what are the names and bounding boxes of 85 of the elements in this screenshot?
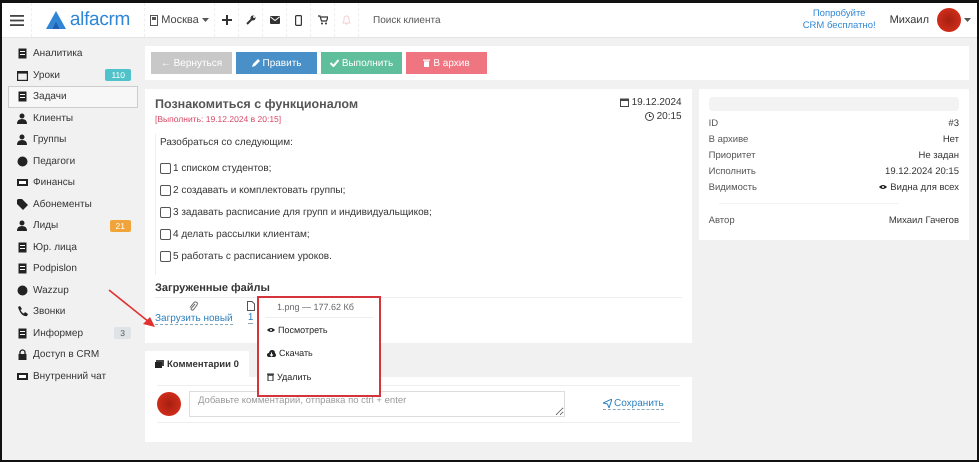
- send-icon: [603, 399, 612, 408]
- sidebar-item[interactable]: Доступ в CRM: [8, 344, 138, 366]
- building-icon: [150, 14, 158, 26]
- lock-icon: [17, 349, 28, 360]
- detail-value: Не задан: [918, 150, 959, 160]
- checkbox[interactable]: [160, 184, 171, 196]
- comments-icon: [155, 360, 164, 368]
- file-name: 1.png — 177.62 Кб: [265, 302, 373, 318]
- clock-icon: [644, 112, 654, 121]
- calendar-icon: [620, 98, 629, 107]
- sidebar-item[interactable]: Звонки: [8, 301, 138, 322]
- task-description: Разобраться со следующим:: [160, 137, 294, 148]
- upload-link[interactable]: Загрузить новый: [155, 313, 233, 325]
- sidebar-item[interactable]: Wazzup: [8, 280, 138, 301]
- comments-tab[interactable]: Комментарии 0: [145, 351, 249, 377]
- count-badge: 21: [110, 220, 131, 232]
- detail-value: Нет: [942, 134, 959, 144]
- tag-icon: [17, 198, 28, 210]
- checkbox[interactable]: [160, 206, 171, 218]
- checkbox[interactable]: [160, 250, 171, 262]
- file-icon: [246, 301, 255, 311]
- menu-item[interactable]: Посмотреть: [265, 318, 373, 342]
- eye-icon: [879, 184, 888, 190]
- count-badge: 3: [114, 327, 131, 340]
- phone-icon: [17, 306, 28, 318]
- trash-icon: [267, 372, 274, 381]
- avatar[interactable]: [937, 8, 961, 32]
- file-link[interactable]: 1: [248, 312, 254, 324]
- detail-label: Приоритет: [708, 150, 756, 160]
- sidebar-item[interactable]: Клиенты: [8, 108, 138, 129]
- sidebar-item[interactable]: Podpislon: [8, 258, 138, 280]
- sidebar-item[interactable]: Юр. лица: [8, 236, 138, 258]
- sidebar-item[interactable]: Уроки 110: [8, 64, 138, 86]
- checklist-item[interactable]: 4 делать рассылки клиентам;: [160, 223, 678, 245]
- task-time: 20:15: [656, 111, 682, 122]
- file-icon: [17, 263, 28, 274]
- user-icon: [17, 112, 28, 124]
- checklist-item[interactable]: 5 работать с расписанием уроков.: [160, 245, 678, 267]
- task-title: Познакомиться с функционалом: [155, 97, 358, 111]
- logo-text: alfacrm: [70, 9, 130, 31]
- detail-value: 19.12.2024 20:15: [885, 166, 959, 176]
- checkbox[interactable]: [160, 162, 171, 174]
- sidebar-item[interactable]: Задачи: [8, 86, 138, 108]
- trash-icon: [423, 59, 430, 67]
- comment-field[interactable]: Добавьте комментарий, отправка по ctrl + enter: [189, 391, 565, 417]
- sidebar-item[interactable]: Аналитика: [8, 43, 138, 64]
- sidebar-item[interactable]: Педагоги: [8, 150, 138, 172]
- sidebar-item[interactable]: Информер 3: [8, 322, 138, 344]
- detail-label: ID: [708, 118, 718, 128]
- user-name[interactable]: Михаил: [890, 14, 929, 26]
- detail-value: Михаил Гачегов: [888, 214, 959, 226]
- cloud-download-icon: [267, 350, 276, 357]
- detail-label: В архиве: [708, 134, 748, 144]
- eye-icon: [267, 326, 275, 333]
- sidebar-item[interactable]: Внутренний чат: [8, 366, 138, 387]
- checkmark-icon: [330, 59, 339, 67]
- menu-item[interactable]: Скачать: [265, 342, 373, 365]
- calendar-icon: [17, 70, 28, 81]
- pencil-icon: [252, 59, 260, 67]
- checkbox[interactable]: [160, 228, 171, 240]
- avatar: [157, 392, 181, 416]
- menu-item[interactable]: Удалить: [265, 365, 373, 388]
- sidebar-item[interactable]: Абонементы: [8, 194, 138, 215]
- detail-value: Видна для всех: [879, 182, 959, 192]
- sidebar-item[interactable]: Лиды 21: [8, 215, 138, 236]
- city-dropdown[interactable]: Москва: [145, 3, 215, 37]
- checklist-item[interactable]: 2 создавать и комплектовать группы;: [160, 179, 678, 201]
- sidebar-item[interactable]: Финансы: [8, 172, 138, 194]
- detail-label: Видимость: [708, 182, 757, 192]
- caret-icon[interactable]: [964, 18, 971, 22]
- detail-label: Автор: [708, 214, 735, 226]
- checklist-item[interactable]: 1 списком студентов;: [160, 157, 678, 179]
- task-date: 19.12.2024: [632, 97, 682, 108]
- paperclip-icon: [189, 301, 198, 312]
- checklist-item[interactable]: 3 задавать расписание для групп и индивидуальщиков;: [160, 201, 678, 223]
- promo-link[interactable]: Попробуйте CRM бесплатно!: [802, 8, 876, 32]
- save-link[interactable]: Сохранить: [603, 398, 664, 410]
- annotation-arrow: [108, 289, 156, 329]
- sidebar-item[interactable]: Группы: [8, 129, 138, 150]
- caret-icon: [202, 18, 209, 22]
- detail-value: #3: [948, 118, 959, 128]
- deadline-text: [Выполнить: 19.12.2024 в 20:15]: [155, 114, 282, 124]
- detail-label: Исполнить: [708, 166, 756, 176]
- logo-icon: [46, 11, 66, 29]
- count-badge: 110: [105, 69, 131, 82]
